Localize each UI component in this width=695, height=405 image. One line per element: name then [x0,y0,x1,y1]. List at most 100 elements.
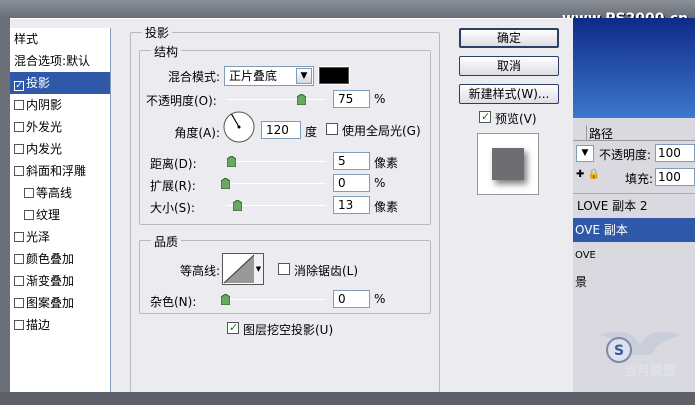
style-list-item-contour[interactable]: 等高线 [10,182,110,204]
size-unit: 像素 [374,200,399,214]
style-list-item-outer-glow[interactable]: 外发光 [10,116,110,138]
tab-paths[interactable]: 路径 [589,125,613,142]
style-list-item-label: 颜色叠加 [26,252,75,266]
style-list-item-drop-shadow[interactable]: 投影 [10,72,110,94]
blend-mode-label: 混合模式: [167,70,220,84]
distance-input[interactable]: 5 [333,152,370,170]
style-list-item-label: 外发光 [26,120,63,134]
contour-checkbox[interactable] [24,188,34,198]
opacity-slider-track[interactable] [226,99,326,100]
style-list-item-color-overlay[interactable]: 颜色叠加 [10,248,110,270]
shadow-color-swatch[interactable] [318,66,350,85]
inner-shadow-checkbox[interactable] [14,100,24,110]
style-list-item-inner-shadow[interactable]: 内阴影 [10,94,110,116]
structure-title: 结构 [151,43,182,60]
chevron-down-icon[interactable]: ▼ [254,254,263,284]
size-slider-thumb[interactable] [233,200,242,211]
style-list-item-label: 纹理 [36,208,61,222]
layers-opacity-label: 不透明度: [599,148,652,162]
style-list-item-label: 描边 [26,318,51,332]
preview-label: 预览(V) [495,112,537,126]
gradient-overlay-checkbox[interactable] [14,276,24,286]
chevron-down-icon[interactable]: ▼ [296,68,312,84]
opacity-slider-thumb[interactable] [297,94,306,105]
style-list-item-inner-glow[interactable]: 内发光 [10,138,110,160]
distance-unit: 像素 [374,156,399,170]
drop-shadow-checkbox[interactable] [14,81,24,91]
anti-aliased-checkbox[interactable] [278,263,290,275]
new-style-button[interactable]: 新建样式(W)... [459,84,559,104]
layers-opacity-input[interactable]: 100 [655,144,695,162]
spread-slider-thumb[interactable] [221,178,230,189]
layers-fill-row: ✚ 🔒 填充: 100 [573,167,695,189]
use-global-light-checkbox[interactable] [326,123,338,135]
style-list-item-pattern-overlay[interactable]: 图案叠加 [10,292,110,314]
color-overlay-checkbox[interactable] [14,254,24,264]
noise-unit: % [374,292,386,306]
layer-row[interactable]: OVE [573,244,695,268]
layers-fill-input[interactable]: 100 [655,168,695,186]
noise-input[interactable]: 0 [333,290,370,308]
noise-slider-track[interactable] [226,299,326,300]
opacity-label: 不透明度(O): [146,94,217,108]
svg-text:S: S [614,343,624,359]
size-input[interactable]: 13 [333,196,370,214]
style-list-item-label: 渐变叠加 [26,274,75,288]
angle-label: 角度(A): [174,126,220,140]
texture-checkbox[interactable] [24,210,34,220]
layer-knocks-out-shadow-checkbox[interactable] [227,321,239,334]
style-list: 样式 混合选项:默认 投影 内阴影 外发光 内发光 斜面和浮雕 等高线 纹理 光… [10,28,111,392]
layer-row[interactable]: 景 [573,270,695,294]
ok-button[interactable]: 确定 [459,28,559,48]
style-list-item-label: 斜面和浮雕 [26,164,87,178]
style-list-header[interactable]: 样式 [10,28,110,50]
distance-slider-track[interactable] [226,161,326,162]
angle-unit: 度 [305,125,318,139]
style-list-item-texture[interactable]: 纹理 [10,204,110,226]
blend-mode-dropdown[interactable]: ▼ [576,145,594,162]
layer-row-selected[interactable]: OVE 副本 [573,218,695,242]
opacity-unit: % [374,92,386,106]
noise-slider-thumb[interactable] [221,294,230,305]
layers-panel-tabs: 路径 [573,123,695,141]
inner-glow-checkbox[interactable] [14,144,24,154]
canvas-area [573,18,695,118]
angle-dial[interactable] [222,110,256,144]
noise-label: 杂色(N): [150,295,197,309]
contour-picker[interactable]: ▼ [222,253,264,285]
tab-layers[interactable] [573,125,587,141]
pattern-overlay-checkbox[interactable] [14,298,24,308]
style-list-item-bevel-emboss[interactable]: 斜面和浮雕 [10,160,110,182]
style-preview-thumbnail [477,133,539,195]
bevel-emboss-checkbox[interactable] [14,166,24,176]
outer-glow-checkbox[interactable] [14,122,24,132]
stroke-checkbox[interactable] [14,320,24,330]
quality-title: 品质 [151,233,182,250]
style-list-item-stroke[interactable]: 描边 [10,314,110,336]
cancel-button[interactable]: 取消 [459,56,559,76]
spread-label: 扩展(R): [150,179,196,193]
satin-checkbox[interactable] [14,232,24,242]
blend-mode-value: 正片叠底 [229,69,278,83]
style-list-item-gradient-overlay[interactable]: 渐变叠加 [10,270,110,292]
distance-label: 距离(D): [150,157,197,171]
spread-slider-track[interactable] [226,183,326,184]
preview-checkbox[interactable] [479,110,491,123]
layer-knocks-out-shadow-label: 图层挖空投影(U) [243,323,334,337]
style-list-item-satin[interactable]: 光泽 [10,226,110,248]
drop-shadow-title: 投影 [142,24,173,41]
contour-label: 等高线: [179,264,220,278]
style-list-item-blending-options[interactable]: 混合选项:默认 [10,50,110,72]
distance-slider-thumb[interactable] [227,156,236,167]
opacity-input[interactable]: 75 [333,90,370,108]
style-list-item-label: 内发光 [26,142,63,156]
layer-row[interactable]: LOVE 副本 2 [573,193,695,217]
contour-preview-icon [223,254,255,284]
anti-aliased-label: 消除锯齿(L) [294,264,359,278]
lock-icon[interactable]: ✚ 🔒 [576,169,600,180]
layers-opacity-row: ▼ 不透明度: 100 [573,143,695,165]
blend-mode-select[interactable]: 正片叠底 ▼ [224,66,314,86]
angle-input[interactable]: 120 [261,121,301,139]
layers-fill-label: 填充: [625,172,654,186]
spread-input[interactable]: 0 [333,174,370,192]
